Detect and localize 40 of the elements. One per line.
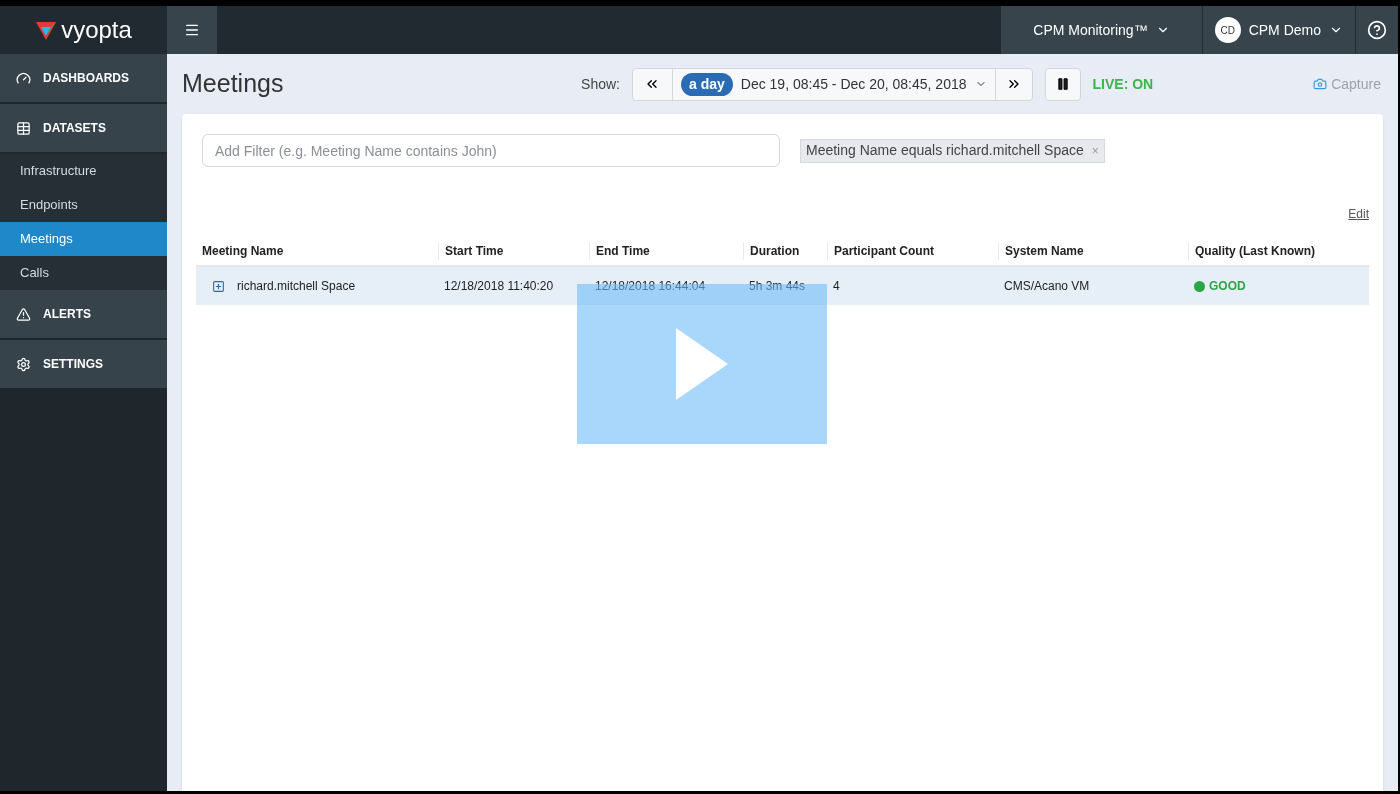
column-header[interactable]: Quality (Last Known): [1188, 242, 1369, 260]
table-cell-text: CMS/Acano VM: [1004, 278, 1090, 295]
user-menu[interactable]: CD CPM Demo: [1202, 6, 1356, 54]
filter-chip[interactable]: Meeting Name equals richard.mitchell Space ×: [800, 138, 1105, 163]
pause-icon: [1055, 77, 1070, 91]
filter-field[interactable]: Add Filter (e.g. Meeting Name contains John): [202, 134, 780, 167]
column-header[interactable]: Start Time: [438, 242, 589, 260]
menu-icon: [184, 22, 200, 38]
user-avatar: CD: [1214, 17, 1241, 43]
sidebar-section[interactable]: DATASETS: [0, 104, 167, 154]
brand-name: vyopta: [61, 18, 132, 42]
product-menu[interactable]: CPM Monitoring™: [1001, 6, 1203, 54]
sidebar-item[interactable]: Infrastructure: [0, 154, 167, 188]
column-header[interactable]: End Time: [589, 242, 743, 260]
edit-link[interactable]: Edit: [1348, 205, 1369, 223]
range-badge: a day: [681, 72, 733, 96]
table-cell-text: richard.mitchell Space: [237, 278, 356, 295]
sidebar-item[interactable]: Endpoints: [0, 188, 167, 222]
logo-icon: [35, 19, 58, 41]
sidebar-section[interactable]: SETTINGS: [0, 340, 167, 390]
play-icon: [676, 328, 728, 400]
column-header[interactable]: Duration: [743, 242, 827, 260]
pause-button[interactable]: [1044, 67, 1081, 101]
sidebar-section[interactable]: DASHBOARDS: [0, 54, 167, 104]
column-header[interactable]: Participant Count: [827, 242, 998, 260]
column-header[interactable]: Meeting Name: [196, 242, 438, 260]
sidebar-item[interactable]: Calls: [0, 256, 167, 290]
show-label: Show:: [581, 74, 620, 94]
help-button[interactable]: [1356, 6, 1398, 54]
page-title: Meetings: [182, 68, 284, 100]
table-cell-text: 4: [833, 278, 840, 295]
column-header[interactable]: System Name: [998, 242, 1188, 260]
quality-label: GOOD: [1209, 278, 1246, 295]
sidebar-section[interactable]: ALERTS: [0, 290, 167, 340]
table-cell-text: 12/18/2018 11:40:20: [444, 278, 554, 295]
expand-icon[interactable]: [212, 279, 225, 293]
camera-icon: [1313, 77, 1328, 91]
live-status: LIVE: ON: [1092, 74, 1154, 94]
help-icon: [1367, 20, 1387, 40]
sidebar-item[interactable]: Meetings: [0, 222, 167, 256]
